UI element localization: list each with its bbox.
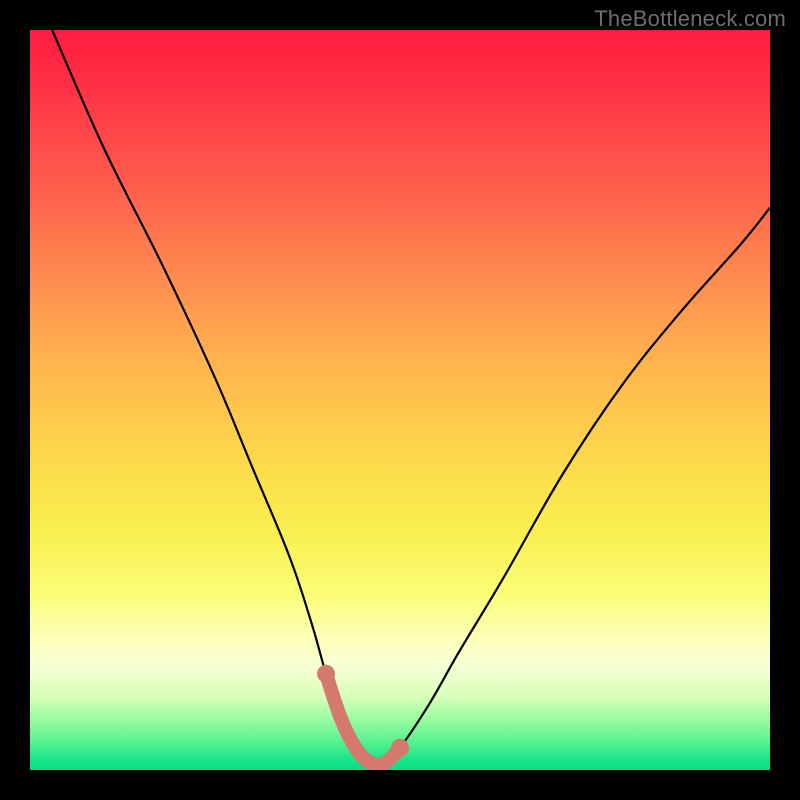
- optimal-range-highlight: [317, 665, 409, 765]
- bottleneck-curve: [52, 30, 770, 765]
- watermark-text: TheBottleneck.com: [594, 6, 786, 32]
- optimal-range-path: [326, 674, 400, 765]
- bottleneck-curve-path: [52, 30, 770, 765]
- optimal-range-endpoint-right: [391, 739, 409, 757]
- optimal-range-endpoint-left: [317, 665, 335, 683]
- curve-layer: [30, 30, 770, 770]
- chart-frame: TheBottleneck.com: [0, 0, 800, 800]
- plot-area: [30, 30, 770, 770]
